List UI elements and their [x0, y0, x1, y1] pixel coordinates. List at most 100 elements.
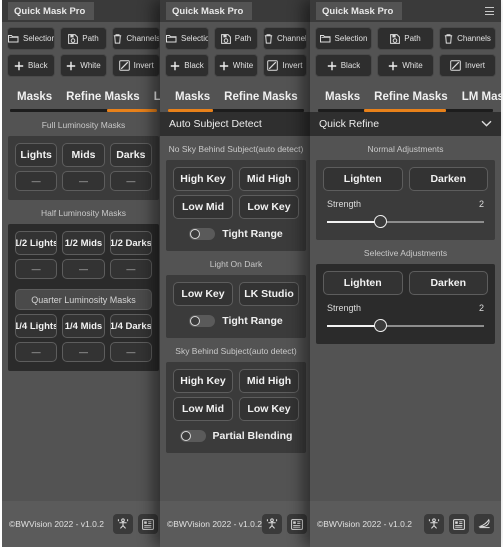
black-button[interactable]: Black [315, 54, 372, 77]
low-mid-button[interactable]: Low Mid [173, 195, 233, 219]
quarter-mids-sub-button[interactable]: — [62, 342, 105, 362]
chevron-down-icon [481, 119, 492, 129]
lights-sub-button[interactable]: — [15, 171, 58, 191]
invert-button[interactable]: Invert [439, 54, 496, 77]
invert-icon [450, 60, 461, 71]
mid-high-button[interactable]: Mid High [239, 369, 299, 393]
high-key-button[interactable]: High Key [173, 369, 233, 393]
tabbar: Masks Refine Masks LM Masks [310, 81, 501, 112]
path-button[interactable]: Path [59, 27, 108, 50]
person-tool-icon[interactable] [424, 514, 444, 534]
selection-button[interactable]: Selection [165, 27, 209, 50]
tab-refine-masks[interactable]: Refine Masks [367, 87, 455, 109]
darks-button[interactable]: Darks [109, 143, 152, 167]
selection-button[interactable]: Selection [315, 27, 372, 50]
mids-sub-button[interactable]: — [62, 171, 105, 191]
invert-label: Invert [464, 61, 485, 70]
tight-range-toggle[interactable] [189, 315, 216, 327]
mids-button[interactable]: Mids [62, 143, 105, 167]
panel-list-icon[interactable] [138, 514, 158, 534]
quarter-mids-button[interactable]: 1/4 Mids [62, 314, 105, 338]
person-tool-icon[interactable] [113, 514, 133, 534]
window-title[interactable]: Quick Mask Pro [316, 1, 403, 21]
section-header-auto-subject-detect[interactable]: Auto Subject Detect [160, 112, 312, 136]
path-button[interactable]: Path [214, 27, 258, 50]
low-key-button[interactable]: Low Key [239, 397, 299, 421]
darken-button[interactable]: Darken [408, 271, 488, 295]
low-mid-button[interactable]: Low Mid [173, 397, 233, 421]
quarter-luminosity-header-button[interactable]: Quarter Luminosity Masks [15, 289, 152, 310]
folder-icon [8, 34, 19, 43]
mid-high-button[interactable]: Mid High [239, 167, 299, 191]
selection-button[interactable]: Selection [7, 27, 55, 50]
toolbar-row-1: Selection Path Channels [165, 27, 307, 50]
panel-body: Quick Refine Normal Adjustments Lighten … [310, 112, 501, 344]
lights-button[interactable]: Lights [15, 143, 58, 167]
strength-slider[interactable] [327, 215, 484, 229]
black-button[interactable]: Black [7, 54, 55, 77]
strength-slider[interactable] [327, 319, 484, 333]
white-button[interactable]: White [214, 54, 258, 77]
trash-icon [113, 33, 122, 44]
normal-adjustments-card: Lighten Darken Strength 2 [316, 160, 495, 240]
panel-list-icon[interactable] [449, 514, 469, 534]
darks-sub-button[interactable]: — [109, 171, 152, 191]
high-key-button[interactable]: High Key [173, 167, 233, 191]
half-luminosity-subbuttons: — — — [15, 259, 152, 279]
panel-list-icon[interactable] [286, 514, 307, 534]
half-darks-sub-button[interactable]: — [109, 259, 152, 279]
black-label: Black [28, 61, 48, 70]
channels-button[interactable]: Channels [263, 27, 307, 50]
lk-studio-button[interactable]: LK Studio [239, 282, 299, 306]
eraser-icon[interactable] [474, 514, 494, 534]
tab-lm-masks[interactable]: LM Masks [455, 87, 501, 109]
invert-button[interactable]: Invert [112, 54, 161, 77]
low-key-button[interactable]: Low Key [239, 195, 299, 219]
tab-refine-masks[interactable]: Refine Masks [217, 87, 305, 109]
hamburger-icon[interactable] [485, 7, 494, 15]
quarter-lights-sub-button[interactable]: — [15, 342, 58, 362]
half-lights-button[interactable]: 1/2 Lights [15, 231, 58, 255]
tight-range-toggle-row: Tight Range [173, 306, 299, 329]
selective-adjustments-card: Lighten Darken Strength 2 [316, 264, 495, 344]
lighten-button[interactable]: Lighten [323, 271, 403, 295]
quarter-lights-button[interactable]: 1/4 Lights [15, 314, 58, 338]
channels-button[interactable]: Channels [439, 27, 496, 50]
tab-masks[interactable]: Masks [10, 87, 59, 109]
person-tool-icon[interactable] [261, 514, 282, 534]
partial-blending-toggle[interactable] [179, 430, 206, 442]
channels-button[interactable]: Channels [112, 27, 161, 50]
half-lights-sub-button[interactable]: — [15, 259, 58, 279]
quarter-darks-button[interactable]: 1/4 Darks [109, 314, 152, 338]
half-mids-button[interactable]: 1/2 Mids [62, 231, 105, 255]
window-title[interactable]: Quick Mask Pro [8, 1, 95, 21]
white-button[interactable]: White [377, 54, 434, 77]
invert-button[interactable]: Invert [263, 54, 307, 77]
tight-range-toggle[interactable] [189, 228, 216, 240]
tabbar: Masks Refine Masks LM Masks [160, 81, 312, 112]
quarter-darks-sub-button[interactable]: — [109, 342, 152, 362]
half-luminosity-buttons: 1/2 Lights 1/2 Mids 1/2 Darks [15, 231, 152, 255]
tab-masks[interactable]: Masks [168, 87, 217, 109]
strength-label: Strength [327, 199, 362, 209]
half-darks-button[interactable]: 1/2 Darks [109, 231, 152, 255]
invert-label: Invert [282, 61, 303, 70]
darken-button[interactable]: Darken [408, 167, 488, 191]
tab-refine-masks[interactable]: Refine Masks [59, 87, 147, 109]
window-title[interactable]: Quick Mask Pro [166, 1, 253, 21]
slider-knob[interactable] [374, 319, 388, 332]
black-button[interactable]: Black [165, 54, 209, 77]
copyright-text: ©BWVision 2022 - v1.0.2 [9, 519, 104, 529]
normal-adjustments-buttons: Lighten Darken [323, 167, 488, 191]
section-header-quick-refine[interactable]: Quick Refine [310, 112, 501, 136]
toolbar-row-2: Black White Invert [165, 54, 307, 77]
half-mids-sub-button[interactable]: — [62, 259, 105, 279]
lighten-button[interactable]: Lighten [323, 167, 403, 191]
low-key-button[interactable]: Low Key [173, 282, 233, 306]
group-label-light-on-dark: Light On Dark [209, 259, 263, 269]
slider-knob[interactable] [374, 215, 388, 228]
white-button[interactable]: White [59, 54, 108, 77]
tab-masks[interactable]: Masks [318, 87, 367, 109]
toolbar-row-1: Selection Path Channels [315, 27, 496, 50]
path-button[interactable]: Path [377, 27, 434, 50]
